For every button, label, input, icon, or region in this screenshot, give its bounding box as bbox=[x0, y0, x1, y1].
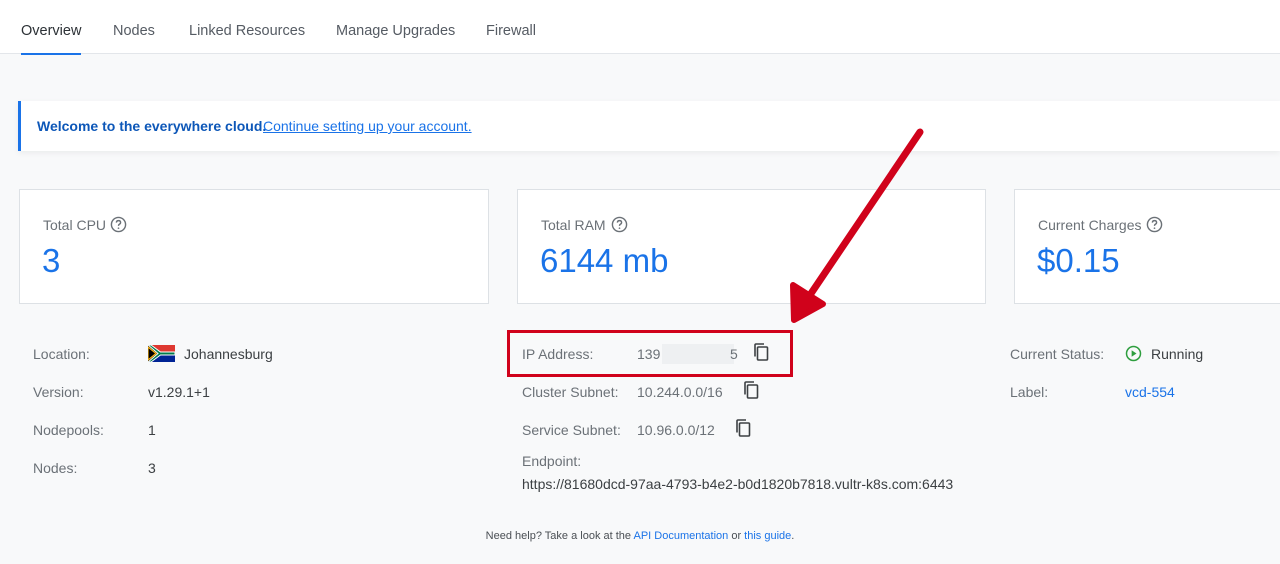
stat-value: 6144 mb bbox=[540, 242, 669, 279]
help-circle-icon[interactable] bbox=[611, 216, 628, 233]
current-status-label: Current Status: bbox=[1010, 346, 1105, 362]
help-circle-icon[interactable] bbox=[110, 216, 127, 233]
tab-manage-upgrades[interactable]: Manage Upgrades bbox=[336, 0, 455, 54]
tab-bar: Overview Nodes Linked Resources Manage U… bbox=[0, 0, 1280, 55]
location-value: Johannesburg bbox=[184, 346, 273, 362]
copy-cluster-subnet-icon[interactable] bbox=[743, 381, 759, 399]
stat-label: Total RAM bbox=[541, 217, 606, 233]
banner-text: Welcome to the everywhere cloud. bbox=[37, 118, 267, 134]
footer-suffix: . bbox=[791, 530, 795, 542]
nodepools-label: Nodepools: bbox=[33, 422, 104, 438]
tab-firewall[interactable]: Firewall bbox=[486, 0, 536, 54]
tab-overview[interactable]: Overview bbox=[21, 0, 82, 55]
welcome-banner: Welcome to the everywhere cloud. Continu… bbox=[18, 101, 1280, 151]
endpoint-label: Endpoint: bbox=[522, 453, 582, 469]
nodes-label: Nodes: bbox=[33, 460, 78, 476]
nodepools-value: 1 bbox=[148, 422, 156, 438]
version-value: v1.29.1+1 bbox=[148, 384, 210, 400]
endpoint-value[interactable]: https://81680dcd-97aa-4793-b4e2-b0d1820b… bbox=[522, 476, 953, 492]
version-label: Version: bbox=[33, 384, 84, 400]
stat-label: Current Charges bbox=[1038, 217, 1142, 233]
service-subnet-value: 10.96.0.0/12 bbox=[637, 422, 715, 438]
footer-prefix: Need help? Take a look at the bbox=[485, 530, 632, 542]
footer-middle: or bbox=[731, 530, 742, 542]
red-arrow-annotation bbox=[790, 128, 924, 323]
stat-value: 3 bbox=[42, 242, 61, 279]
nodes-value: 3 bbox=[148, 460, 156, 476]
play-circle-icon bbox=[1125, 345, 1142, 362]
location-label: Location: bbox=[33, 346, 90, 362]
cluster-subnet-value: 10.244.0.0/16 bbox=[637, 384, 723, 400]
tab-nodes[interactable]: Nodes bbox=[113, 0, 155, 54]
south-africa-flag-icon bbox=[148, 345, 175, 362]
ip-highlight-box bbox=[507, 330, 793, 377]
cluster-overview-page: Overview Nodes Linked Resources Manage U… bbox=[0, 0, 1280, 564]
stat-value: $0.15 bbox=[1037, 242, 1120, 279]
label-value-link[interactable]: vcd-554 bbox=[1125, 384, 1175, 400]
service-subnet-label: Service Subnet: bbox=[522, 422, 621, 438]
stat-card-cpu: Total CPU 3 bbox=[19, 189, 489, 304]
help-circle-icon[interactable] bbox=[1146, 216, 1163, 233]
help-footer: Need help? Take a look at the API Docume… bbox=[0, 530, 1280, 542]
copy-service-subnet-icon[interactable] bbox=[735, 419, 751, 437]
tab-linked-resources[interactable]: Linked Resources bbox=[189, 0, 305, 54]
current-status-value: Running bbox=[1151, 346, 1204, 362]
banner-setup-link[interactable]: Continue setting up your account. bbox=[263, 118, 472, 134]
label-label: Label: bbox=[1010, 384, 1049, 400]
cluster-subnet-label: Cluster Subnet: bbox=[522, 384, 619, 400]
guide-link[interactable]: this guide bbox=[744, 530, 791, 542]
stat-card-charges: Current Charges $0.15 bbox=[1014, 189, 1280, 304]
api-documentation-link[interactable]: API Documentation bbox=[633, 530, 728, 542]
stat-label: Total CPU bbox=[43, 217, 107, 233]
